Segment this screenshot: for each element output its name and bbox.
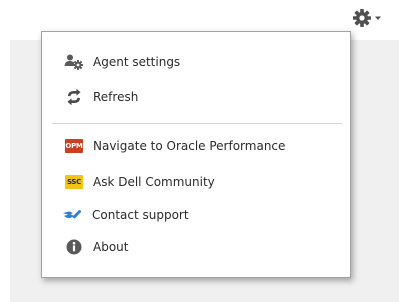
menu-item-label: Agent settings bbox=[93, 55, 181, 69]
agent-settings-icon bbox=[64, 53, 84, 71]
gear-icon bbox=[352, 8, 372, 28]
info-icon bbox=[64, 238, 84, 256]
caret-down-icon bbox=[374, 15, 382, 21]
menu-item-label: Contact support bbox=[92, 208, 189, 222]
menu-item-contact-support[interactable]: Contact support bbox=[42, 202, 350, 228]
menu-item-label: Navigate to Oracle Performance bbox=[93, 139, 286, 153]
menu-item-refresh[interactable]: Refresh bbox=[42, 84, 350, 110]
settings-dropdown-menu: Agent settings Refresh OPM Navigate to O… bbox=[41, 31, 351, 278]
opm-badge: OPM bbox=[65, 139, 83, 153]
menu-item-navigate-oracle-performance[interactable]: OPM Navigate to Oracle Performance bbox=[42, 133, 350, 159]
menu-divider bbox=[52, 123, 342, 124]
menu-item-ask-dell-community[interactable]: SSC Ask Dell Community bbox=[42, 169, 350, 195]
refresh-icon bbox=[64, 88, 84, 106]
opm-icon: OPM bbox=[64, 137, 84, 155]
menu-item-label: About bbox=[93, 240, 129, 254]
menu-item-label: Ask Dell Community bbox=[93, 175, 215, 189]
ssc-icon: SSC bbox=[64, 173, 84, 191]
contact-support-icon bbox=[62, 206, 82, 224]
ssc-badge: SSC bbox=[65, 175, 83, 189]
settings-menu-button[interactable] bbox=[352, 6, 392, 30]
menu-item-label: Refresh bbox=[93, 90, 139, 104]
menu-item-about[interactable]: About bbox=[42, 234, 350, 260]
menu-item-agent-settings[interactable]: Agent settings bbox=[42, 49, 350, 75]
